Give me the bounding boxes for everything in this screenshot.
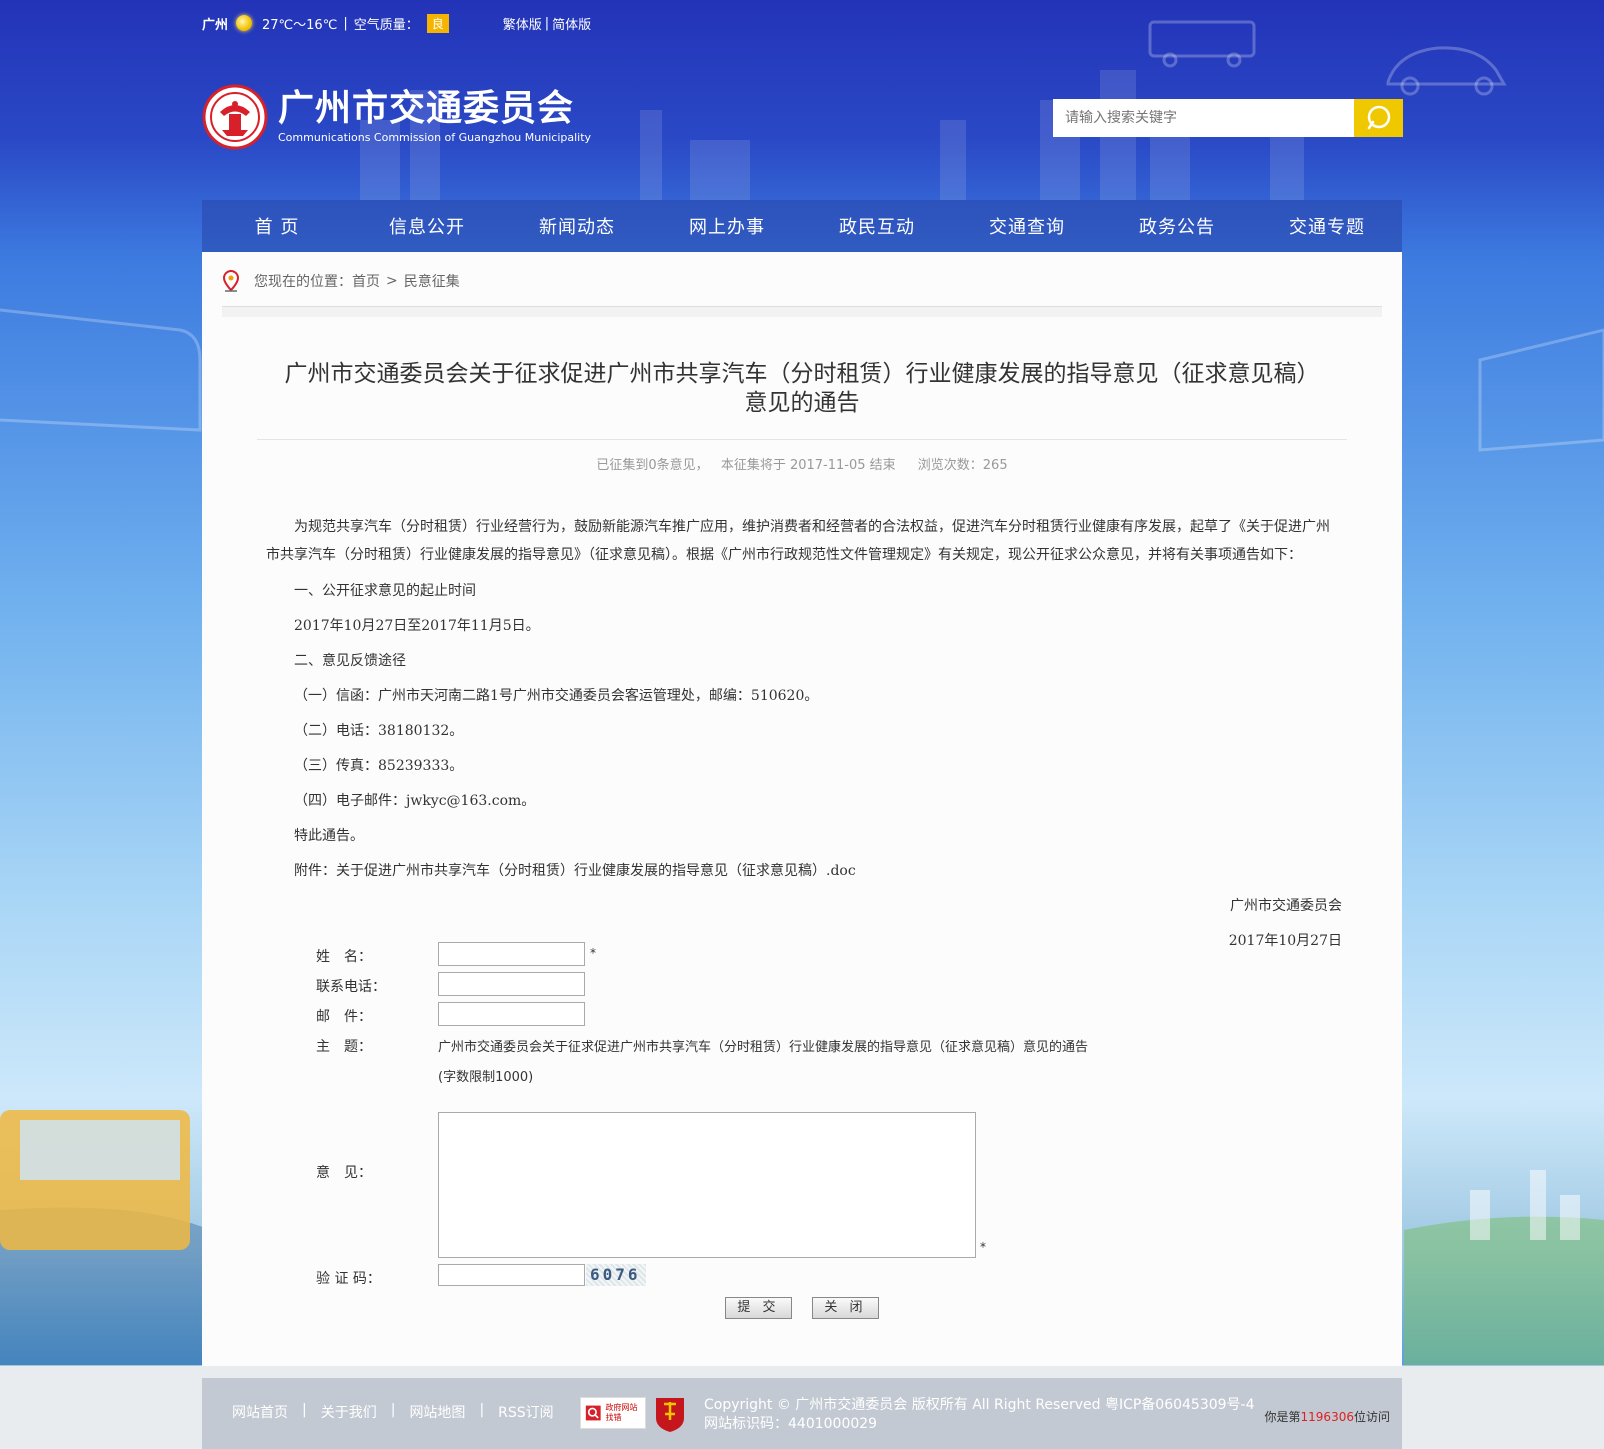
nav-item-interaction[interactable]: 政民互动 (802, 200, 952, 252)
phone-label: 联系电话： (316, 979, 386, 995)
name-field[interactable] (438, 942, 585, 966)
opinion-label: 意 见： (316, 1165, 372, 1181)
subject-value: 广州市交通委员会关于征求促进广州市共享汽车（分时租赁）行业健康发展的指导意见（征… (438, 1040, 1089, 1055)
weather-city: 广州 (202, 17, 229, 33)
footer-separator: | (390, 1402, 396, 1418)
error-report-label: 政府网站找错 (605, 1403, 638, 1422)
lang-separator: | (544, 15, 550, 31)
subject-label: 主 题： (316, 1039, 372, 1055)
traditional-chinese-link[interactable]: 繁体版 (503, 14, 542, 33)
site-subtitle: Communications Commission of Guangzhou M… (278, 131, 592, 144)
aqi-badge: 良 (426, 13, 449, 33)
nav-item-topics[interactable]: 交通专题 (1252, 200, 1402, 252)
visit-count: 1196306 (1300, 1410, 1354, 1424)
sun-icon (236, 15, 253, 31)
footer-link-about[interactable]: 关于我们 (321, 1402, 377, 1422)
weather-temperature: 27℃～16℃ (262, 17, 338, 33)
nav-item-online-services[interactable]: 网上办事 (652, 200, 802, 252)
opinion-required-mark: * (980, 1240, 986, 1254)
site-title: 广州市交通委员会 (278, 88, 575, 129)
error-report-badge[interactable]: 政府网站找错 (580, 1397, 646, 1429)
name-label: 姓 名： (316, 949, 372, 965)
footer-copyright-block: Copyright © 广州市交通委员会 版权所有 All Right Rese… (704, 1396, 1255, 1434)
footer-link-sitemap[interactable]: 网站地图 (409, 1402, 465, 1422)
footer-link-home[interactable]: 网站首页 (232, 1402, 288, 1422)
name-required-mark: * (590, 946, 596, 960)
search-input[interactable] (1053, 99, 1354, 137)
nav-item-announcements[interactable]: 政务公告 (1102, 200, 1252, 252)
email-label: 邮 件： (316, 1009, 372, 1025)
footer-separator: | (479, 1402, 485, 1418)
aqi-label: 空气质量： (353, 17, 419, 33)
topbar-separator: | (343, 15, 348, 31)
captcha-field[interactable] (438, 1264, 585, 1286)
nav-item-news[interactable]: 新闻动态 (502, 200, 652, 252)
top-info-bar: 广州 27℃～16℃ | 空气质量： 良 繁体版 | 简体版 (202, 12, 591, 34)
email-field[interactable] (438, 1002, 585, 1026)
opinion-textarea[interactable] (438, 1112, 976, 1258)
site-logo[interactable]: 广州市交通委员会 Communications Commission of Gu… (202, 84, 591, 150)
magnifier-icon (585, 1405, 601, 1421)
main-nav: 首 页 信息公开 新闻动态 网上办事 政民互动 交通查询 政务公告 交通专题 (202, 200, 1402, 252)
close-button[interactable]: 关 闭 (812, 1297, 879, 1319)
visit-prefix: 你是第 (1264, 1410, 1301, 1424)
phone-field[interactable] (438, 972, 585, 996)
footer: 网站首页 | 关于我们 | 网站地图 | RSS订阅 政府网站找错 Copyri… (202, 1378, 1402, 1449)
party-emblem-icon[interactable] (654, 1394, 686, 1432)
captcha-label: 验 证 码： (316, 1271, 381, 1287)
nav-item-traffic-query[interactable]: 交通查询 (952, 200, 1102, 252)
captcha-image[interactable]: 6076 (586, 1264, 646, 1286)
emblem-icon (202, 84, 268, 150)
submit-button[interactable]: 提 交 (725, 1297, 792, 1319)
visitor-counter: 你是第1196306位访问 (1265, 1408, 1390, 1425)
opinion-form: 姓 名： * 联系电话： 邮 件： 主 题： 广州市交通委员会关于征求促进广州市… (202, 252, 1402, 1366)
nav-item-home[interactable]: 首 页 (202, 200, 352, 252)
search-button[interactable] (1354, 99, 1403, 137)
search-icon (1367, 105, 1390, 130)
footer-link-rss[interactable]: RSS订阅 (498, 1402, 554, 1422)
footer-links: 网站首页 | 关于我们 | 网站地图 | RSS订阅 (232, 1402, 554, 1422)
simplified-chinese-link[interactable]: 简体版 (552, 14, 591, 33)
visit-suffix: 位访问 (1353, 1410, 1390, 1424)
nav-item-info-disclosure[interactable]: 信息公开 (352, 200, 502, 252)
copyright-text: Copyright © 广州市交通委员会 版权所有 All Right Rese… (704, 1397, 1255, 1413)
main-content-panel: 您现在的位置： 首页 > 民意征集 广州市交通委员会关于征求促进广州市共享汽车（… (202, 252, 1402, 1366)
search-box (1053, 99, 1403, 137)
site-id-text: 网站标识码：4401000029 (704, 1416, 878, 1432)
footer-separator: | (302, 1402, 307, 1418)
char-limit-note: (字数限制1000) (438, 1070, 534, 1085)
